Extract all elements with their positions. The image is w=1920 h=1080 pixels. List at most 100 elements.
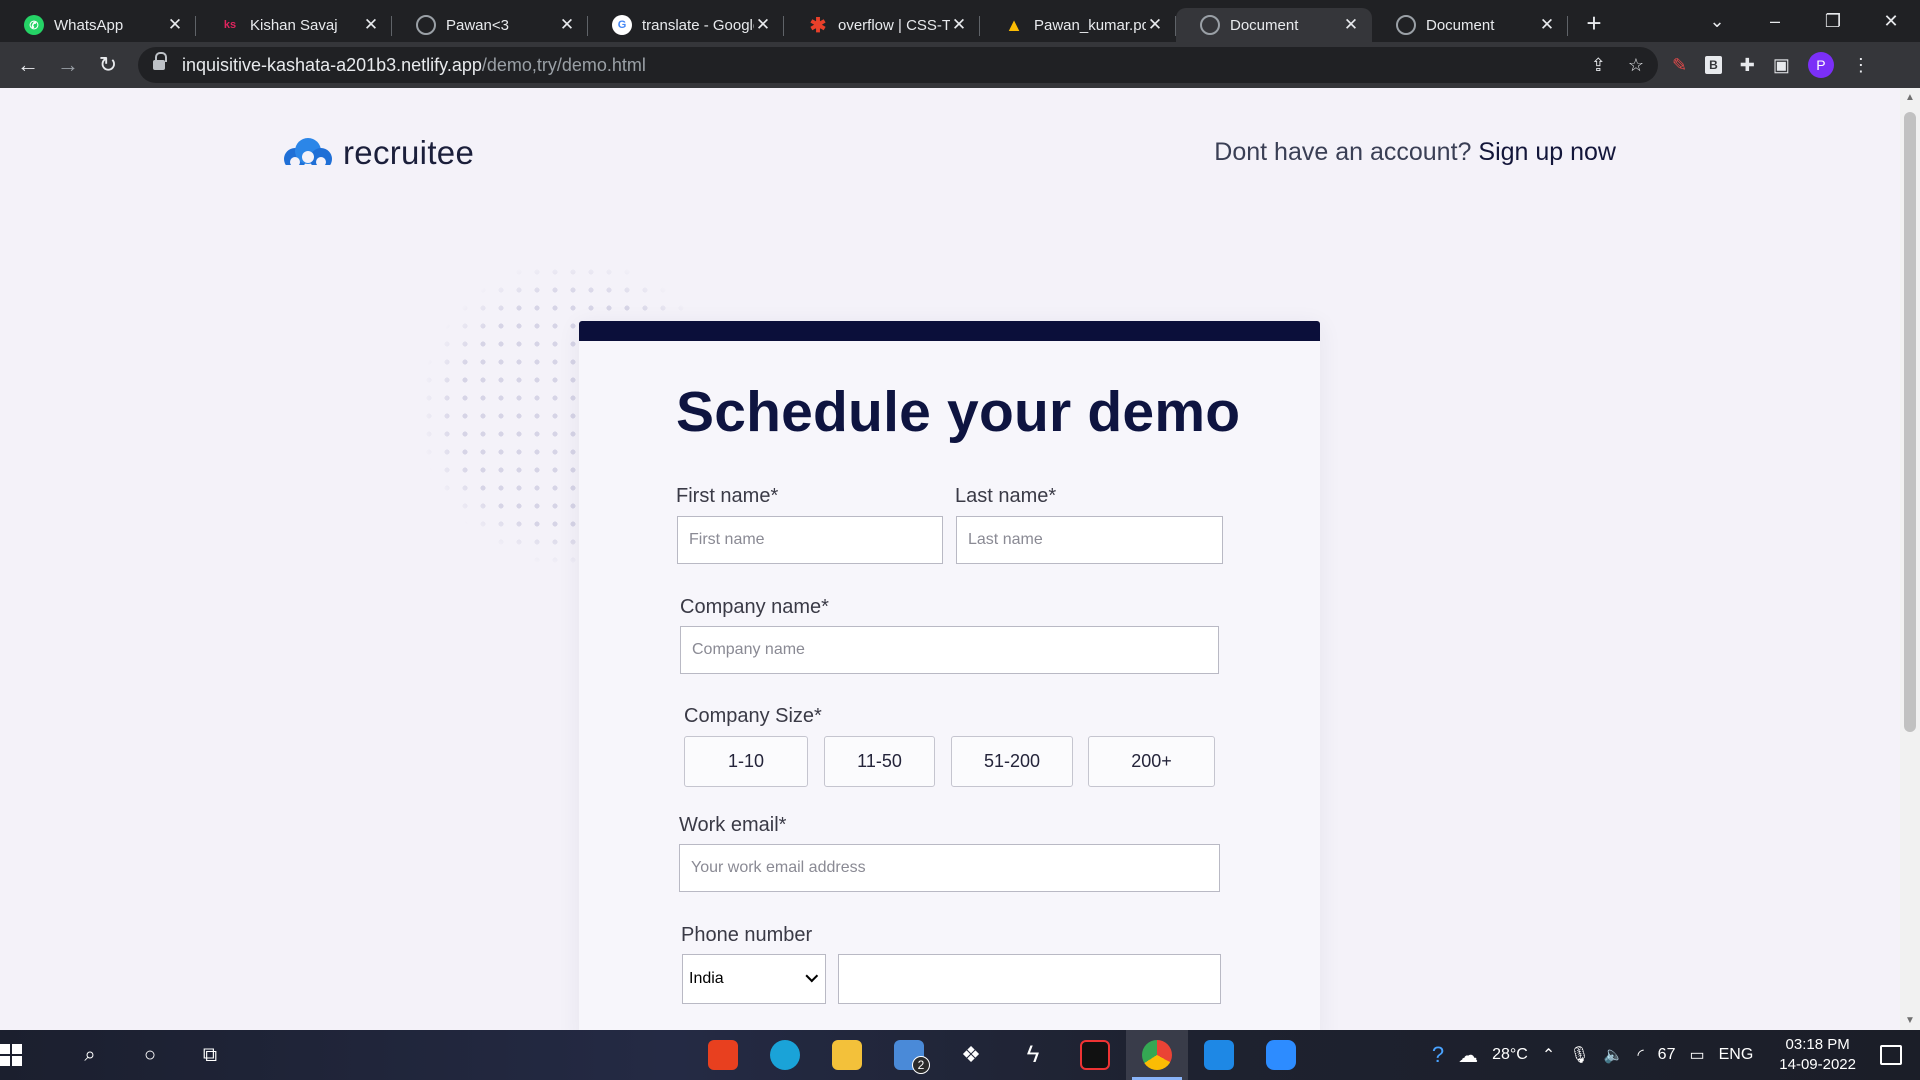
taskbar-office[interactable] <box>692 1030 754 1080</box>
forward-button[interactable]: → <box>48 52 88 78</box>
bookmark-star-icon[interactable]: ☆ <box>1628 55 1644 76</box>
tab-css-tricks[interactable]: ✱ overflow | CSS-Tri ✕ <box>784 8 980 42</box>
tab-pawan[interactable]: Pawan<3 ✕ <box>392 8 588 42</box>
company-size-label: Company Size* <box>684 705 822 727</box>
weather-temperature[interactable]: 28°C <box>1492 1046 1528 1064</box>
tab-drive-pdf[interactable]: ▲ Pawan_kumar.pdf ✕ <box>980 8 1176 42</box>
last-name-label: Last name* <box>955 485 1057 507</box>
wifi-icon[interactable]: ◜ <box>1637 1045 1643 1065</box>
battery-percent[interactable]: 67 <box>1658 1046 1676 1064</box>
vscode-icon <box>1204 1040 1234 1070</box>
work-email-input[interactable] <box>679 844 1220 892</box>
scroll-thumb[interactable] <box>1904 112 1916 732</box>
taskbar-dropbox[interactable]: ❖ <box>940 1030 1002 1080</box>
page-title: Schedule your demo <box>676 380 1241 444</box>
extensions-puzzle-icon[interactable]: ✚ <box>1740 55 1755 76</box>
size-option-200-plus[interactable]: 200+ <box>1088 736 1215 787</box>
close-window-button[interactable]: ✕ <box>1862 11 1920 32</box>
taskbar-chrome[interactable] <box>1126 1030 1188 1080</box>
signup-question: Dont have an account? <box>1214 138 1472 166</box>
recruitee-logo[interactable]: recruitee <box>281 134 474 172</box>
url-path: /demo,try/demo.html <box>481 54 646 75</box>
volume-icon[interactable]: 🔈 <box>1604 1045 1624 1065</box>
work-email-label: Work email* <box>679 814 787 836</box>
lock-icon[interactable] <box>152 52 168 72</box>
taskbar-zoom[interactable] <box>1250 1030 1312 1080</box>
screen-recorder-icon <box>1080 1040 1110 1070</box>
whatsapp-icon: ✆ <box>24 15 44 35</box>
side-panel-icon[interactable]: ▣ <box>1773 55 1790 76</box>
help-icon[interactable]: ? <box>1432 1042 1444 1068</box>
tab-document[interactable]: Document ✕ <box>1372 8 1568 42</box>
globe-icon <box>1396 15 1416 35</box>
scroll-down-arrow-icon[interactable]: ▼ <box>1905 1015 1915 1026</box>
windows-taskbar: ⌕ ○ ⧉ 2 ❖ ϟ ? ☁ 28°C ⌃ 🎙 🔈 ◜ 67 ▭ ENG 03… <box>0 1030 1920 1080</box>
scroll-up-arrow-icon[interactable]: ▲ <box>1905 92 1915 103</box>
tab-whatsapp[interactable]: ✆ WhatsApp ✕ <box>0 8 196 42</box>
taskbar-vscode[interactable] <box>1188 1030 1250 1080</box>
zoom-icon <box>1266 1040 1296 1070</box>
task-view-icon[interactable]: ⧉ <box>180 1044 240 1067</box>
mail-badge: 2 <box>912 1056 930 1074</box>
restore-button[interactable]: ❐ <box>1804 11 1862 32</box>
close-tab-icon[interactable]: ✕ <box>362 15 380 35</box>
tab-search-icon[interactable]: ⌄ <box>1688 11 1746 32</box>
clock-time: 03:18 PM <box>1785 1036 1850 1053</box>
taskbar-mail[interactable]: 2 <box>878 1030 940 1080</box>
windows-logo-icon <box>0 1044 60 1066</box>
browser-toolbar: ← → ↻ inquisitive-kashata-a201b3.netlify… <box>0 42 1920 88</box>
close-tab-icon[interactable]: ✕ <box>950 15 968 35</box>
close-tab-icon[interactable]: ✕ <box>1146 15 1164 35</box>
close-tab-icon[interactable]: ✕ <box>1538 15 1556 35</box>
tab-title: WhatsApp <box>54 16 124 34</box>
size-option-51-200[interactable]: 51-200 <box>951 736 1073 787</box>
extension-pen-icon[interactable]: ✎ <box>1672 55 1687 76</box>
taskbar-edge[interactable] <box>754 1030 816 1080</box>
close-tab-icon[interactable]: ✕ <box>754 15 772 35</box>
notification-center-icon[interactable] <box>1880 1045 1902 1065</box>
new-tab-button[interactable]: + <box>1576 8 1612 39</box>
reload-button[interactable]: ↻ <box>88 52 128 78</box>
share-icon[interactable]: ⇪ <box>1591 55 1606 76</box>
tab-kishan-savaj[interactable]: ks Kishan Savaj ✕ <box>196 8 392 42</box>
close-tab-icon[interactable]: ✕ <box>558 15 576 35</box>
country-select[interactable]: India <box>682 954 826 1004</box>
taskbar-file-explorer[interactable] <box>816 1030 878 1080</box>
page-scrollbar[interactable]: ▲ ▼ <box>1900 88 1920 1030</box>
chrome-icon <box>1142 1040 1172 1070</box>
extension-b-icon[interactable]: B <box>1705 56 1722 74</box>
globe-icon <box>416 15 436 35</box>
taskbar-recorder[interactable] <box>1064 1030 1126 1080</box>
menu-kebab-icon[interactable]: ⋮ <box>1852 55 1870 76</box>
size-option-1-10[interactable]: 1-10 <box>684 736 808 787</box>
microphone-icon[interactable]: 🎙 <box>1569 1045 1589 1065</box>
language-indicator[interactable]: ENG <box>1719 1046 1754 1064</box>
size-option-11-50[interactable]: 11-50 <box>824 736 935 787</box>
chevron-down-icon <box>805 969 819 982</box>
minimize-button[interactable]: – <box>1746 11 1804 32</box>
profile-avatar[interactable]: P <box>1807 52 1834 78</box>
address-bar[interactable]: inquisitive-kashata-a201b3.netlify.app/d… <box>138 47 1658 83</box>
start-button[interactable] <box>0 1044 60 1066</box>
taskbar-app-lightning[interactable]: ϟ <box>1002 1030 1064 1080</box>
clock[interactable]: 03:18 PM 14-09-2022 <box>1779 1035 1856 1075</box>
last-name-input[interactable] <box>956 516 1223 564</box>
tab-document-active[interactable]: Document ✕ <box>1176 8 1372 42</box>
browser-tab-strip: ✆ WhatsApp ✕ ks Kishan Savaj ✕ Pawan<3 ✕… <box>0 0 1920 42</box>
window-controls: ⌄ – ❐ ✕ <box>1688 0 1920 42</box>
tab-title: Document <box>1230 16 1299 34</box>
tab-translate[interactable]: G translate - Google ✕ <box>588 8 784 42</box>
company-name-input[interactable] <box>680 626 1219 674</box>
weather-cloud-icon[interactable]: ☁ <box>1458 1043 1478 1068</box>
search-icon[interactable]: ⌕ <box>60 1044 120 1067</box>
close-tab-icon[interactable]: ✕ <box>166 15 184 35</box>
logo-wordmark: recruitee <box>343 134 475 171</box>
first-name-input[interactable] <box>677 516 943 564</box>
signup-link[interactable]: Sign up now <box>1478 138 1616 166</box>
back-button[interactable]: ← <box>8 52 48 78</box>
battery-icon[interactable]: ▭ <box>1689 1045 1704 1065</box>
show-hidden-icons-icon[interactable]: ⌃ <box>1542 1045 1555 1065</box>
phone-number-input[interactable] <box>838 954 1221 1004</box>
cortana-icon[interactable]: ○ <box>120 1044 180 1067</box>
close-tab-icon[interactable]: ✕ <box>1342 15 1360 35</box>
